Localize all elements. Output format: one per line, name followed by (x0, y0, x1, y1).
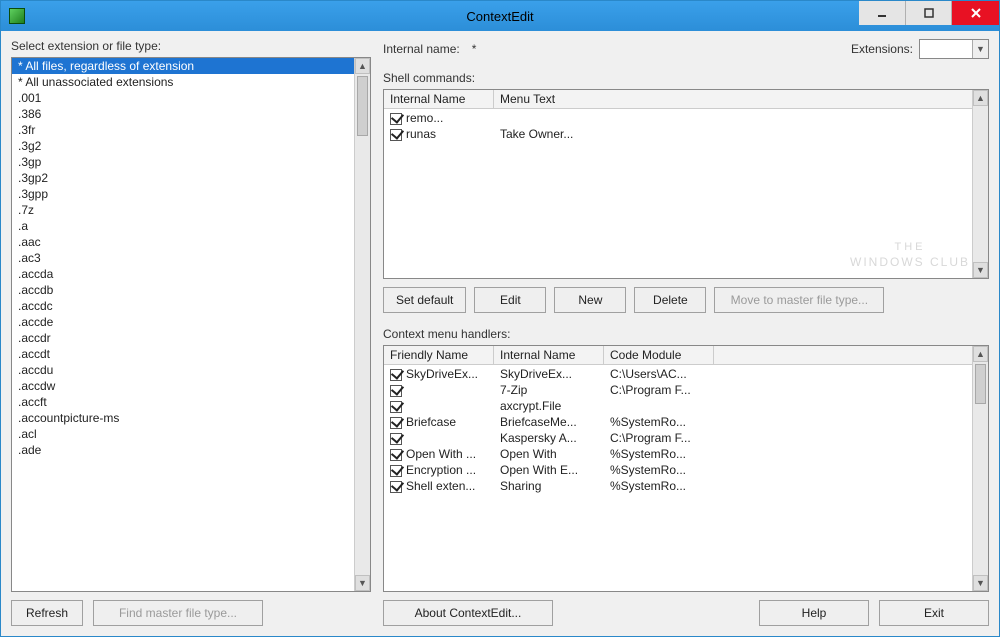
chevron-down-icon: ▼ (972, 40, 988, 58)
left-panel: Select extension or file type: * All fil… (11, 39, 371, 626)
scroll-thumb[interactable] (975, 364, 986, 404)
list-item[interactable]: .386 (12, 106, 354, 122)
list-item[interactable]: * All files, regardless of extension (12, 58, 354, 74)
list-item[interactable]: .accda (12, 266, 354, 282)
context-handlers-label: Context menu handlers: (383, 327, 989, 341)
right-bottom-bar: About ContextEdit... Help Exit (383, 592, 989, 626)
table-row[interactable]: 7-ZipC:\Program F... (384, 382, 972, 398)
handlers-col-module[interactable]: Code Module (604, 346, 714, 364)
extension-list-label: Select extension or file type: (11, 39, 371, 53)
client-area: Select extension or file type: * All fil… (1, 31, 999, 636)
scroll-up-icon[interactable]: ▲ (355, 58, 370, 74)
shell-commands-label: Shell commands: (383, 71, 989, 85)
internal-name-label: Internal name: (383, 42, 460, 56)
checkbox-icon[interactable] (390, 113, 402, 125)
handlers-scrollbar[interactable]: ▲ ▼ (972, 346, 988, 591)
list-item[interactable]: .accft (12, 394, 354, 410)
scroll-down-icon[interactable]: ▼ (973, 262, 988, 278)
right-panel: Internal name: * Extensions: ▼ Shell com… (383, 39, 989, 626)
minimize-button[interactable] (859, 1, 905, 25)
list-item[interactable]: * All unassociated extensions (12, 74, 354, 90)
help-button[interactable]: Help (759, 600, 869, 626)
app-window: ContextEdit Select extension or file typ… (0, 0, 1000, 637)
scroll-up-icon[interactable]: ▲ (973, 90, 988, 106)
extension-listbox[interactable]: * All files, regardless of extension* Al… (11, 57, 371, 592)
close-button[interactable] (951, 1, 999, 25)
shell-commands-grid[interactable]: Internal Name Menu Text remo...runasTake… (383, 89, 989, 279)
extension-scrollbar[interactable]: ▲ ▼ (354, 58, 370, 591)
internal-name-row: Internal name: * Extensions: ▼ (383, 39, 989, 59)
checkbox-icon[interactable] (390, 465, 402, 477)
extensions-combo[interactable]: ▼ (919, 39, 989, 59)
list-item[interactable]: .accdc (12, 298, 354, 314)
table-row[interactable]: runasTake Owner... (384, 126, 972, 142)
window-buttons (859, 1, 999, 31)
list-item[interactable]: .aac (12, 234, 354, 250)
list-item[interactable]: .001 (12, 90, 354, 106)
internal-name-value: * (472, 42, 477, 56)
checkbox-icon[interactable] (390, 129, 402, 141)
list-item[interactable]: .3fr (12, 122, 354, 138)
handlers-col-friendly[interactable]: Friendly Name (384, 346, 494, 364)
scroll-up-icon[interactable]: ▲ (973, 346, 988, 362)
list-item[interactable]: .accdb (12, 282, 354, 298)
checkbox-icon[interactable] (390, 385, 402, 397)
edit-button[interactable]: Edit (474, 287, 546, 313)
checkbox-icon[interactable] (390, 417, 402, 429)
table-row[interactable]: BriefcaseBriefcaseMe...%SystemRo... (384, 414, 972, 430)
table-row[interactable]: axcrypt.File (384, 398, 972, 414)
list-item[interactable]: .3gp2 (12, 170, 354, 186)
table-row[interactable]: Encryption ...Open With E...%SystemRo... (384, 462, 972, 478)
left-bottom-bar: Refresh Find master file type... (11, 592, 371, 626)
checkbox-icon[interactable] (390, 401, 402, 413)
scroll-thumb[interactable] (357, 76, 368, 136)
list-item[interactable]: .acl (12, 426, 354, 442)
list-item[interactable]: .a (12, 218, 354, 234)
scroll-down-icon[interactable]: ▼ (973, 575, 988, 591)
exit-button[interactable]: Exit (879, 600, 989, 626)
checkbox-icon[interactable] (390, 369, 402, 381)
table-row[interactable]: Shell exten...Sharing%SystemRo... (384, 478, 972, 494)
list-item[interactable]: .7z (12, 202, 354, 218)
app-icon (9, 8, 25, 24)
extensions-label: Extensions: (851, 42, 913, 56)
about-button[interactable]: About ContextEdit... (383, 600, 553, 626)
list-item[interactable]: .accdt (12, 346, 354, 362)
maximize-button[interactable] (905, 1, 951, 25)
handlers-col-internal[interactable]: Internal Name (494, 346, 604, 364)
checkbox-icon[interactable] (390, 449, 402, 461)
window-title: ContextEdit (466, 9, 533, 24)
list-item[interactable]: .accdr (12, 330, 354, 346)
list-item[interactable]: .ade (12, 442, 354, 458)
table-row[interactable]: SkyDriveEx...SkyDriveEx...C:\Users\AC... (384, 366, 972, 382)
table-row[interactable]: Open With ...Open With%SystemRo... (384, 446, 972, 462)
list-item[interactable]: .3gp (12, 154, 354, 170)
checkbox-icon[interactable] (390, 481, 402, 493)
find-master-button[interactable]: Find master file type... (93, 600, 263, 626)
delete-button[interactable]: Delete (634, 287, 706, 313)
refresh-button[interactable]: Refresh (11, 600, 83, 626)
table-row[interactable]: remo... (384, 110, 972, 126)
shell-col-internal-name[interactable]: Internal Name (384, 90, 494, 108)
context-handlers-grid[interactable]: Friendly Name Internal Name Code Module … (383, 345, 989, 592)
list-item[interactable]: .accdu (12, 362, 354, 378)
scroll-down-icon[interactable]: ▼ (355, 575, 370, 591)
list-item[interactable]: .ac3 (12, 250, 354, 266)
shell-col-menu-text[interactable]: Menu Text (494, 90, 988, 108)
move-master-button[interactable]: Move to master file type... (714, 287, 884, 313)
new-button[interactable]: New (554, 287, 626, 313)
shell-button-row: Set default Edit New Delete Move to mast… (383, 287, 989, 313)
list-item[interactable]: .3gpp (12, 186, 354, 202)
shell-scrollbar[interactable]: ▲ ▼ (972, 90, 988, 278)
table-row[interactable]: Kaspersky A...C:\Program F... (384, 430, 972, 446)
list-item[interactable]: .3g2 (12, 138, 354, 154)
set-default-button[interactable]: Set default (383, 287, 466, 313)
list-item[interactable]: .accountpicture-ms (12, 410, 354, 426)
checkbox-icon[interactable] (390, 433, 402, 445)
list-item[interactable]: .accde (12, 314, 354, 330)
title-bar[interactable]: ContextEdit (1, 1, 999, 31)
list-item[interactable]: .accdw (12, 378, 354, 394)
